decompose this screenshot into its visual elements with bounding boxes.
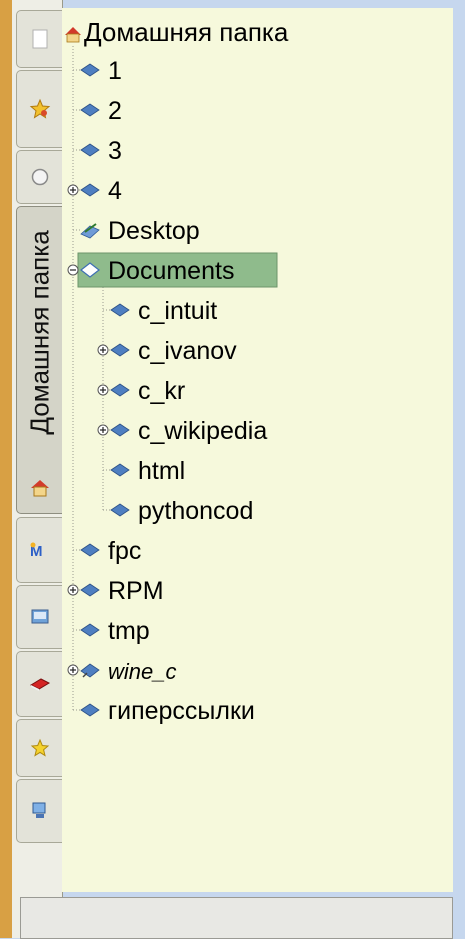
folder-icon [110, 503, 130, 517]
tree-item[interactable]: c_intuit [110, 297, 217, 325]
tab-home-folder-label: Домашняя папка [24, 229, 55, 435]
folder-tree-panel[interactable]: Домашняя папка 1 2 3 4 Desktop Documents c_int… [62, 8, 453, 892]
folder-icon [80, 703, 100, 717]
tree-item[interactable]: c_kr [97, 377, 185, 405]
tree-root-label: Домашняя папка [84, 17, 289, 47]
tab-history[interactable] [16, 150, 64, 204]
home-folder-icon [31, 480, 49, 497]
tree-item[interactable]: html [110, 457, 185, 485]
network-computer-icon [32, 802, 46, 818]
home-folder-icon [65, 27, 81, 43]
tree-item-label: 1 [108, 57, 122, 85]
tree-item[interactable]: tmp [80, 617, 150, 645]
tree-item[interactable]: fpc [80, 537, 141, 565]
document-icon [32, 29, 48, 49]
expand-icon[interactable] [97, 344, 109, 356]
expand-icon[interactable] [67, 584, 79, 596]
tree-item-label: 2 [108, 97, 122, 125]
tree-item[interactable]: RPM [67, 577, 164, 605]
sidebar-tab-strip: Домашняя папка M [12, 0, 64, 938]
folder-icon [110, 383, 130, 397]
tree-item-label: RPM [108, 577, 164, 605]
tree-item-label: Documents [108, 257, 234, 285]
tab-documents[interactable] [16, 10, 64, 68]
tree-item[interactable]: 1 [80, 57, 122, 85]
tree-item-label: 3 [108, 137, 122, 165]
folder-icon [110, 463, 130, 477]
tree-item[interactable]: 2 [80, 97, 122, 125]
tree-item[interactable]: Desktop [80, 217, 200, 245]
folder-icon [80, 183, 100, 197]
tree-item-label: pythoncod [138, 497, 253, 525]
media-icon: M [30, 542, 43, 559]
tab-bookmarks[interactable] [16, 651, 64, 717]
star-icon [30, 738, 50, 757]
tree-item[interactable]: 3 [80, 137, 122, 165]
tree-item-label: c_intuit [138, 297, 217, 325]
expand-icon[interactable] [97, 384, 109, 396]
tab-removable-drive[interactable] [16, 585, 64, 649]
top-gap [62, 0, 453, 8]
tree-item-label: fpc [108, 537, 141, 565]
folder-icon [110, 343, 130, 357]
tree-item-label: tmp [108, 617, 150, 645]
status-bar [20, 897, 453, 939]
desktop-folder-icon [80, 223, 100, 239]
tree-item-label: wine_c [108, 659, 176, 684]
tree-item-label: c_wikipedia [138, 417, 267, 445]
tree-root-row[interactable]: Домашняя папка [65, 17, 289, 47]
folder-icon [80, 623, 100, 637]
tree-item[interactable]: wine_c [67, 659, 176, 684]
favorites-star-icon [29, 98, 51, 119]
expand-icon[interactable] [67, 664, 79, 676]
tree-item-label: Desktop [108, 217, 200, 245]
expand-icon[interactable] [67, 184, 79, 196]
tree-item[interactable]: гиперссылки [80, 697, 255, 725]
tree-item[interactable]: Documents [67, 252, 278, 288]
link-folder-icon [80, 663, 100, 678]
tree-item[interactable]: pythoncod [110, 497, 253, 525]
tab-home-folder[interactable]: Домашняя папка [16, 206, 64, 514]
folder-icon [80, 143, 100, 157]
folder-icon [110, 303, 130, 317]
collapse-icon[interactable] [67, 264, 79, 276]
tab-media[interactable]: M [16, 517, 64, 583]
tree-item-label: c_kr [138, 377, 185, 405]
expand-icon[interactable] [97, 424, 109, 436]
folder-icon [80, 103, 100, 117]
folder-tree: Домашняя папка 1 2 3 4 Desktop Documents c_int… [65, 17, 289, 725]
right-edge [453, 0, 465, 938]
tree-item-label: html [138, 457, 185, 485]
tab-favorites[interactable] [16, 70, 64, 148]
removable-drive-icon [31, 609, 49, 624]
tab-star[interactable] [16, 719, 64, 777]
tab-network[interactable] [16, 779, 64, 843]
history-clock-icon [31, 168, 49, 186]
tree-item[interactable]: 4 [67, 177, 122, 205]
tree-item-label: 4 [108, 177, 122, 205]
folder-icon [80, 583, 100, 597]
folder-icon [110, 423, 130, 437]
tree-item[interactable]: c_wikipedia [97, 417, 267, 445]
red-book-icon [29, 678, 51, 691]
tree-item-label: гиперссылки [108, 697, 255, 725]
folder-icon [80, 543, 100, 557]
tree-item[interactable]: c_ivanov [97, 337, 237, 365]
tree-item-label: c_ivanov [138, 337, 237, 365]
folder-icon [80, 63, 100, 77]
